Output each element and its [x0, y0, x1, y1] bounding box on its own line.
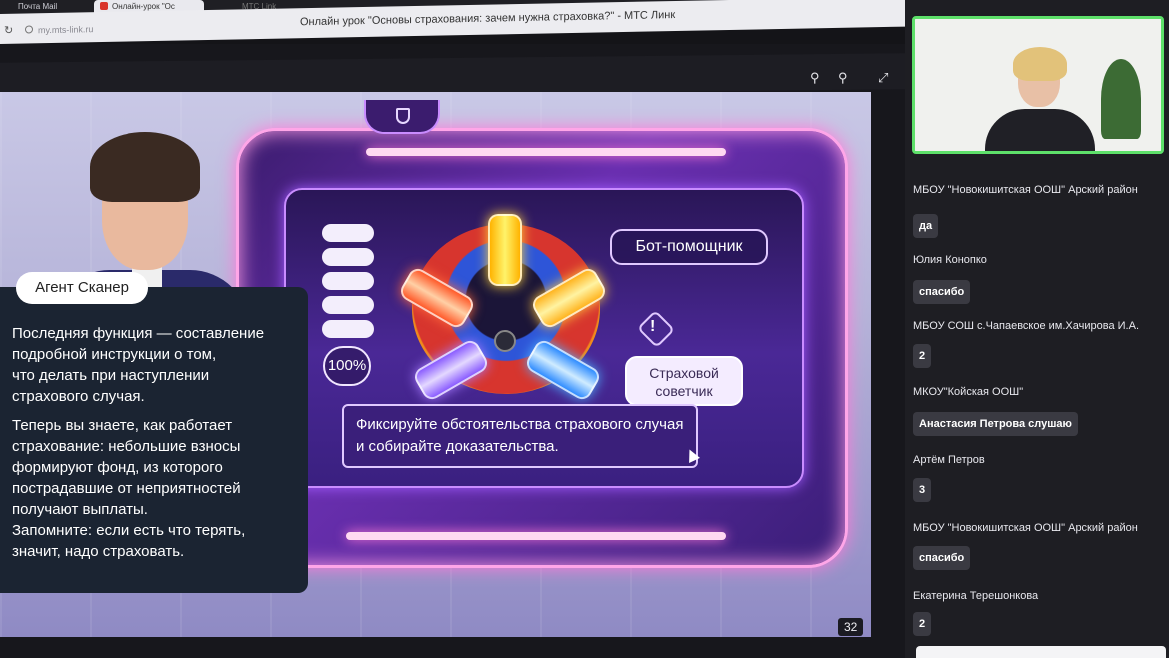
slide-page-number: 32 [838, 618, 864, 636]
chat-bubble: спасибо [913, 280, 971, 304]
menu-pill [322, 248, 374, 266]
chat-input[interactable] [916, 646, 1166, 658]
chat-author: Артём Петров [913, 454, 985, 466]
fullscreen-icon[interactable]: ⤢ [878, 70, 888, 86]
narration-paragraph-1: Последняя функция — составление подробно… [12, 325, 265, 405]
warning-icon: ! [650, 318, 656, 335]
chat-author: МКОУ"Койская ООШ" [913, 386, 1024, 398]
chat-bubble: 3 [913, 478, 932, 502]
window-title: Онлайн урок "Основы страхования: зачем н… [300, 9, 676, 29]
shield-icon [396, 108, 410, 124]
chat-author: МБОУ "Новокишитская ООШ" Арский район [913, 522, 1138, 534]
menu-pill [322, 224, 374, 242]
agent-hair [90, 132, 200, 202]
chat-bubble: 2 [913, 612, 932, 636]
narration-box: Последняя функция — составление подробно… [0, 287, 308, 593]
bot-helper-label: Бот-помощник [610, 229, 768, 265]
speaker-video[interactable] [912, 16, 1164, 154]
frame-glow-bottom [346, 532, 726, 540]
insurance-advisor-label: Страховой советчик [625, 356, 743, 406]
reload-icon[interactable]: ↻ [4, 24, 13, 37]
chat-author: Екатерина Терешонкова [913, 590, 1039, 602]
zoom-in-icon[interactable]: ⚲ [838, 70, 848, 86]
mts-favicon-icon [100, 2, 108, 10]
speaker-hair [1013, 47, 1067, 81]
menu-pill [322, 320, 374, 338]
chat-bubble: да [913, 214, 939, 238]
screen: Почта Mail Онлайн-урок "Ос МТС Link ↻ my… [0, 0, 1169, 658]
chat-author: Юлия Конопко [913, 254, 987, 266]
plant-image [1101, 59, 1141, 139]
zoom-out-icon[interactable]: ⚲ [810, 70, 820, 86]
tab-mail[interactable]: Почта Mail [12, 0, 63, 14]
speaker-body [985, 109, 1095, 151]
menu-pill [322, 296, 374, 314]
site-info-icon[interactable] [25, 25, 33, 34]
progress-percent: 100% [323, 346, 371, 386]
menu-pill [322, 272, 374, 290]
chat-author: МБОУ "Новокишитская ООШ" Арский район [913, 184, 1138, 196]
chat-bubble: Анастасия Петрова слушаю [913, 412, 1078, 436]
agent-name-badge: Агент Сканер [16, 272, 148, 304]
shield-tab [364, 100, 440, 134]
narration-paragraph-2: Теперь вы знаете, как работает страхован… [12, 417, 246, 560]
tab-label: Онлайн-урок "Ос [112, 2, 175, 11]
tab-label: Почта Mail [18, 2, 58, 11]
chat-author: МБОУ СОШ с.Чапаевское им.Хачирова И.А. [913, 320, 1139, 332]
url-field[interactable]: my.mts-link.ru [38, 24, 93, 35]
instruction-message: Фиксируйте обстоятельства страхового слу… [342, 404, 698, 468]
chat-bubble: спасибо [913, 546, 971, 570]
yellow-tube-icon [488, 214, 522, 286]
frame-glow-top [366, 148, 726, 156]
chat-bubble: 2 [913, 344, 932, 368]
wheel-hub [494, 330, 516, 352]
